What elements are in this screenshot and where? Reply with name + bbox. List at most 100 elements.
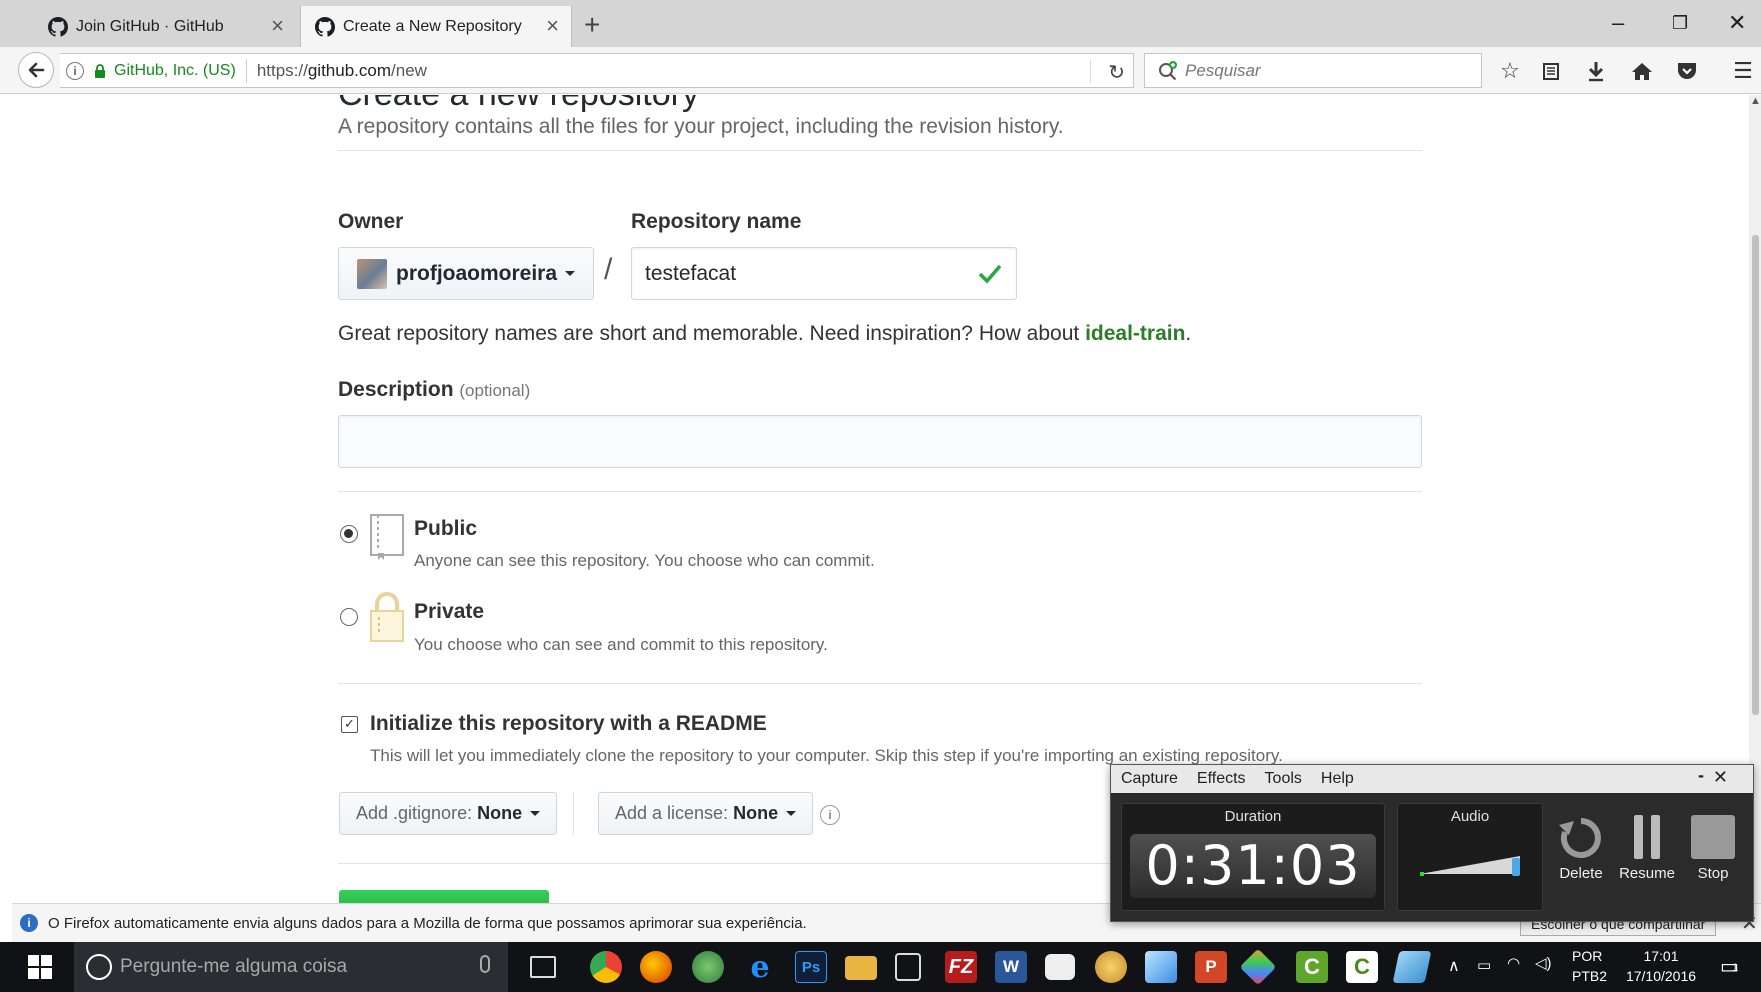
license-select[interactable]: Add a license: None — [598, 792, 814, 835]
clock[interactable]: 17:01 17/10/2016 — [1620, 948, 1702, 984]
tab-create-repository[interactable]: Create a New Repository × — [300, 6, 572, 47]
reload-divider — [1090, 59, 1091, 83]
resume-button[interactable]: Resume — [1619, 813, 1675, 882]
avatar — [357, 258, 387, 289]
photoshop-icon[interactable]: Ps — [795, 951, 827, 983]
scroll-up-icon[interactable]: ▲ — [1750, 95, 1761, 107]
menu-tools[interactable]: Tools — [1265, 770, 1302, 788]
name-suggestion-link[interactable]: ideal-train — [1085, 322, 1185, 345]
description-input[interactable] — [338, 415, 1422, 468]
camera-icon[interactable] — [1045, 954, 1075, 980]
close-tab-icon[interactable]: × — [271, 15, 284, 37]
tab-join-github[interactable]: Join GitHub · GitHub × — [34, 6, 296, 47]
new-tab-button[interactable]: + — [584, 10, 600, 40]
volume-icon[interactable]: ◁) — [1535, 954, 1552, 972]
minimize-icon[interactable]: - — [1698, 765, 1704, 786]
divider — [338, 491, 1422, 492]
bookmark-star-icon[interactable]: ☆ — [1497, 58, 1523, 84]
public-radio[interactable] — [340, 525, 358, 543]
tab-strip: Join GitHub · GitHub × Create a New Repo… — [0, 0, 1761, 47]
close-tab-icon[interactable]: × — [546, 15, 559, 37]
notes-icon[interactable] — [1392, 951, 1432, 983]
camtasia-icon[interactable]: C — [1296, 951, 1328, 983]
action-center-icon[interactable]: ▭ 1 — [1720, 954, 1739, 979]
url-text[interactable]: https://github.com/new — [257, 61, 427, 81]
audio-label: Audio — [1450, 808, 1490, 825]
owner-select[interactable]: profjoaomoreira — [338, 247, 594, 300]
stop-label: Stop — [1697, 865, 1729, 882]
site-info-icon[interactable]: i — [66, 61, 84, 80]
readme-checkbox[interactable]: ✓ — [341, 716, 358, 733]
show-hidden-icons-icon[interactable]: ∧ — [1448, 956, 1460, 976]
url-path: /new — [391, 60, 427, 80]
gitignore-select[interactable]: Add .gitignore: None — [339, 792, 558, 835]
cortana-search-box[interactable]: Pergunte-me alguma coisa — [74, 942, 508, 992]
repository-name-input[interactable]: testefacat — [631, 247, 1017, 300]
cortana-placeholder: Pergunte-me alguma coisa — [120, 956, 348, 977]
duration-panel: Duration 0:31:03 — [1121, 803, 1385, 911]
github-icon — [48, 16, 68, 37]
notification-count: 1 — [1732, 962, 1739, 974]
home-icon[interactable] — [1629, 58, 1655, 84]
reading-list-icon[interactable] — [1538, 58, 1564, 84]
close-window-icon[interactable]: ✕ — [1728, 8, 1746, 38]
chrome-icon[interactable] — [590, 951, 622, 983]
pocket-icon[interactable] — [1674, 58, 1700, 84]
word-icon[interactable]: W — [995, 951, 1027, 983]
clock-time: 17:01 — [1643, 948, 1679, 964]
duration-label: Duration — [1224, 808, 1282, 825]
wifi-icon[interactable]: ◠ — [1507, 954, 1520, 972]
github-icon — [315, 16, 335, 37]
firefox-icon[interactable] — [640, 951, 672, 983]
caret-down-icon — [565, 271, 576, 276]
edge-icon[interactable]: e — [744, 950, 776, 985]
clock-date: 17/10/2016 — [1625, 968, 1697, 984]
microphone-icon[interactable] — [480, 955, 490, 973]
minimize-icon[interactable]: – — [1612, 8, 1624, 38]
readme-note: This will let you immediately clone the … — [370, 746, 1283, 765]
filezilla-icon[interactable]: FZ — [945, 951, 977, 983]
globe-icon[interactable] — [692, 951, 724, 983]
create-repository-button[interactable] — [339, 890, 549, 903]
lock-icon — [95, 63, 105, 78]
search-icon — [1159, 60, 1177, 80]
virtualbox-icon[interactable] — [1145, 951, 1177, 983]
info-icon: i — [20, 914, 38, 932]
menu-hamburger-icon[interactable]: ☰ — [1730, 58, 1756, 84]
camtasia-recorder-icon[interactable]: C — [1346, 951, 1378, 983]
restore-icon[interactable]: ❐ — [1672, 8, 1688, 38]
menu-capture[interactable]: Capture — [1121, 770, 1178, 788]
description-label: Description (optional) — [338, 378, 530, 402]
url-host: github.com — [307, 60, 392, 80]
downloads-icon[interactable] — [1583, 58, 1609, 84]
close-icon[interactable]: ✕ — [1713, 767, 1728, 788]
scrollbar-thumb[interactable] — [1752, 235, 1759, 715]
battery-icon[interactable]: ▭ — [1477, 956, 1491, 974]
public-note: Anyone can see this repository. You choo… — [414, 551, 875, 570]
audio-level-slider[interactable] — [1420, 852, 1520, 882]
back-button[interactable] — [18, 52, 54, 88]
paint-icon[interactable] — [1095, 951, 1127, 983]
powerpoint-icon[interactable]: P — [1195, 951, 1227, 983]
optional-note: (optional) — [459, 381, 531, 400]
menu-help[interactable]: Help — [1321, 770, 1354, 788]
info-icon[interactable]: i — [820, 805, 840, 825]
git-icon[interactable] — [1239, 948, 1277, 986]
file-explorer-icon[interactable] — [845, 956, 877, 980]
delete-button[interactable]: Delete — [1555, 813, 1607, 882]
gitignore-label: Add .gitignore: — [356, 803, 473, 823]
store-icon[interactable] — [895, 953, 921, 981]
navigation-bar: i GitHub, Inc. (US) https://github.com/n… — [0, 47, 1761, 94]
stop-button[interactable]: Stop — [1687, 813, 1739, 882]
menu-effects[interactable]: Effects — [1197, 770, 1246, 788]
cortana-icon — [86, 954, 112, 980]
language-indicator[interactable]: POR PTB2 — [1572, 948, 1607, 984]
task-view-icon[interactable] — [530, 956, 556, 978]
private-radio[interactable] — [340, 608, 358, 626]
undo-icon — [1559, 818, 1601, 858]
reload-icon[interactable]: ↻ — [1108, 60, 1125, 85]
search-box[interactable]: Pesquisar — [1144, 53, 1482, 88]
windows-start-icon[interactable] — [28, 955, 52, 979]
notification-text: O Firefox automaticamente envia alguns d… — [48, 914, 807, 932]
url-bar[interactable]: i GitHub, Inc. (US) https://github.com/n… — [60, 53, 1134, 88]
